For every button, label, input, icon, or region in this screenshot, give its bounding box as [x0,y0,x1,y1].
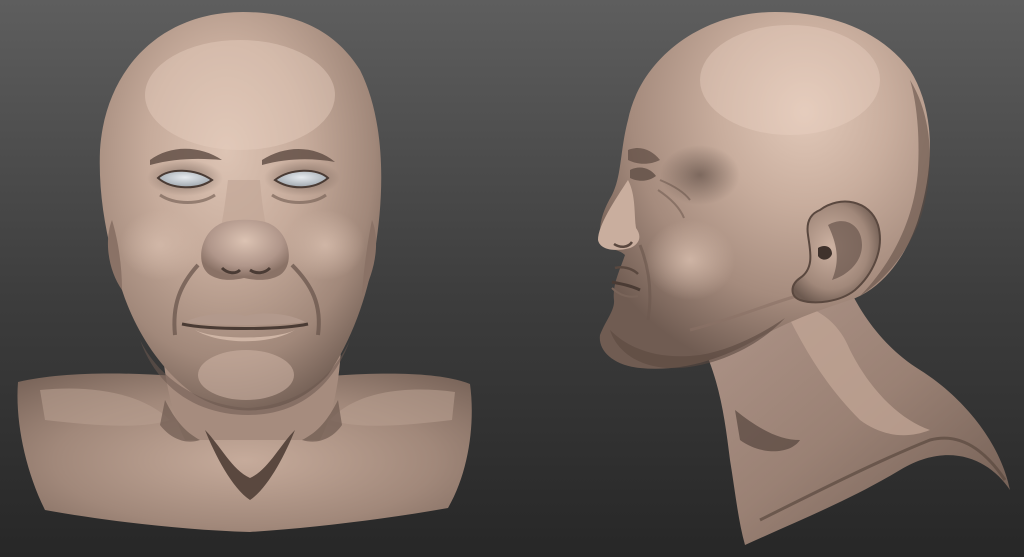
side-temple [660,145,740,205]
side-skull-highlight [700,25,880,135]
sculpt-scene [0,0,1024,557]
side-cheek [645,220,735,300]
front-nose [201,219,289,280]
front-chin [198,350,294,400]
front-cheek-left [120,210,200,280]
sculpt-viewport [0,0,1024,557]
front-forehead-highlight [145,40,335,150]
